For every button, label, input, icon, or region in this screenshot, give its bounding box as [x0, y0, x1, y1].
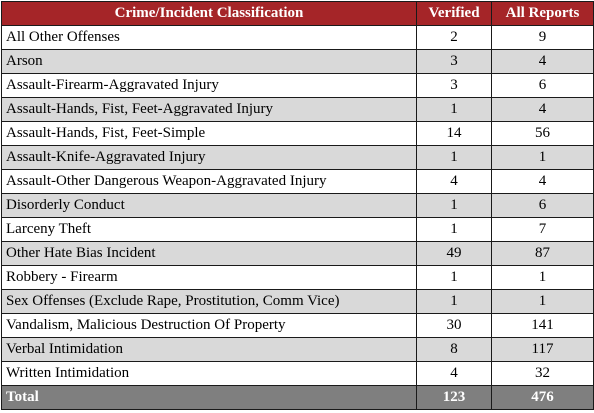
cell-classification: Arson	[1, 49, 417, 74]
total-label: Total	[1, 385, 417, 410]
crime-classification-table: Crime/Incident Classification Verified A…	[1, 1, 594, 410]
cell-all-reports: 9	[491, 25, 594, 50]
cell-verified: 8	[416, 337, 492, 362]
cell-all-reports: 117	[491, 337, 594, 362]
table-row: Assault-Hands, Fist, Feet-Simple 14 56	[1, 121, 594, 146]
table-row: Vandalism, Malicious Destruction Of Prop…	[1, 313, 594, 338]
table-row: Assault-Knife-Aggravated Injury 1 1	[1, 145, 594, 170]
cell-classification: Assault-Hands, Fist, Feet-Aggravated Inj…	[1, 97, 417, 122]
table-row: Written Intimidation 4 32	[1, 361, 594, 386]
cell-verified: 1	[416, 217, 492, 242]
cell-all-reports: 141	[491, 313, 594, 338]
table-row: Assault-Firearm-Aggravated Injury 3 6	[1, 73, 594, 98]
cell-classification: Disorderly Conduct	[1, 193, 417, 218]
cell-classification: Vandalism, Malicious Destruction Of Prop…	[1, 313, 417, 338]
cell-all-reports: 1	[491, 289, 594, 314]
table-row: Verbal Intimidation 8 117	[1, 337, 594, 362]
cell-classification: Assault-Hands, Fist, Feet-Simple	[1, 121, 417, 146]
cell-classification: Larceny Theft	[1, 217, 417, 242]
cell-verified: 4	[416, 361, 492, 386]
cell-all-reports: 4	[491, 97, 594, 122]
cell-classification: Assault-Firearm-Aggravated Injury	[1, 73, 417, 98]
table-row: Assault-Other Dangerous Weapon-Aggravate…	[1, 169, 594, 194]
table-row: Sex Offenses (Exclude Rape, Prostitution…	[1, 289, 594, 314]
cell-verified: 1	[416, 97, 492, 122]
cell-classification: Written Intimidation	[1, 361, 417, 386]
cell-verified: 49	[416, 241, 492, 266]
cell-all-reports: 56	[491, 121, 594, 146]
cell-classification: Verbal Intimidation	[1, 337, 417, 362]
header-classification: Crime/Incident Classification	[1, 1, 417, 26]
cell-verified: 2	[416, 25, 492, 50]
cell-verified: 14	[416, 121, 492, 146]
cell-all-reports: 4	[491, 169, 594, 194]
cell-classification: Assault-Knife-Aggravated Injury	[1, 145, 417, 170]
cell-classification: Other Hate Bias Incident	[1, 241, 417, 266]
cell-all-reports: 1	[491, 145, 594, 170]
cell-verified: 1	[416, 289, 492, 314]
cell-verified: 3	[416, 73, 492, 98]
cell-verified: 1	[416, 265, 492, 290]
cell-classification: Assault-Other Dangerous Weapon-Aggravate…	[1, 169, 417, 194]
header-all-reports: All Reports	[491, 1, 594, 26]
table-row: Disorderly Conduct 1 6	[1, 193, 594, 218]
cell-verified: 30	[416, 313, 492, 338]
header-row: Crime/Incident Classification Verified A…	[1, 1, 594, 26]
cell-verified: 4	[416, 169, 492, 194]
cell-verified: 1	[416, 145, 492, 170]
table-row: Other Hate Bias Incident 49 87	[1, 241, 594, 266]
cell-classification: Sex Offenses (Exclude Rape, Prostitution…	[1, 289, 417, 314]
cell-all-reports: 87	[491, 241, 594, 266]
total-verified: 123	[416, 385, 492, 410]
total-row: Total 123 476	[1, 385, 594, 410]
header-verified: Verified	[416, 1, 492, 26]
table-row: Larceny Theft 1 7	[1, 217, 594, 242]
cell-all-reports: 6	[491, 73, 594, 98]
table-body: All Other Offenses 2 9 Arson 3 4 Assault…	[1, 25, 594, 386]
table-row: All Other Offenses 2 9	[1, 25, 594, 50]
cell-all-reports: 32	[491, 361, 594, 386]
cell-all-reports: 1	[491, 265, 594, 290]
table-row: Assault-Hands, Fist, Feet-Aggravated Inj…	[1, 97, 594, 122]
cell-classification: Robbery - Firearm	[1, 265, 417, 290]
table-footer: Total 123 476	[1, 385, 594, 410]
cell-classification: All Other Offenses	[1, 25, 417, 50]
total-all-reports: 476	[491, 385, 594, 410]
cell-all-reports: 7	[491, 217, 594, 242]
table-header: Crime/Incident Classification Verified A…	[1, 1, 594, 26]
cell-verified: 3	[416, 49, 492, 74]
cell-all-reports: 6	[491, 193, 594, 218]
table-row: Robbery - Firearm 1 1	[1, 265, 594, 290]
cell-verified: 1	[416, 193, 492, 218]
cell-all-reports: 4	[491, 49, 594, 74]
table-row: Arson 3 4	[1, 49, 594, 74]
